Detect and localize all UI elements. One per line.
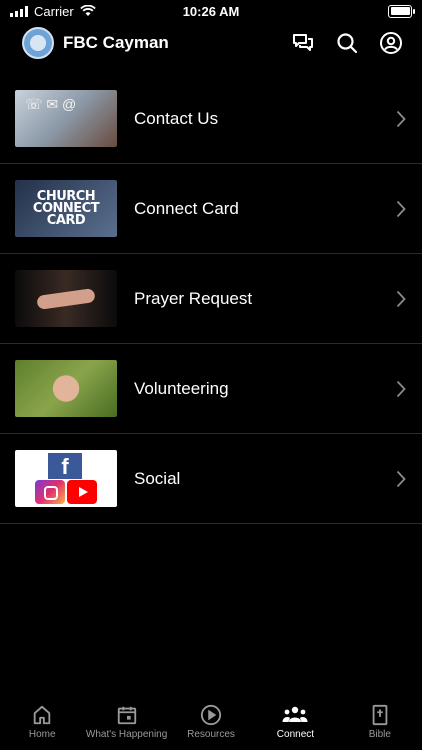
account-icon[interactable] — [378, 30, 404, 56]
tab-label: Connect — [276, 729, 315, 740]
youtube-icon — [67, 480, 97, 504]
tab-label: Bible — [368, 729, 391, 740]
battery-icon — [388, 4, 415, 18]
chat-bubbles-icon[interactable] — [290, 30, 316, 56]
contact-symbols-icon: ☏ ✉ @ — [25, 96, 77, 112]
signal-icon — [10, 5, 28, 17]
tab-whats-happening[interactable]: What's Happening — [84, 698, 168, 750]
bible-icon — [372, 704, 388, 726]
app-title: FBC Cayman — [63, 33, 169, 52]
connect-card-thumbnail: CHURCH CONNECT CARD — [15, 180, 117, 237]
thumb-text: CARD — [46, 212, 86, 228]
list-item-label: Social — [134, 468, 181, 488]
status-bar: Carrier 10:26 AM — [0, 0, 422, 22]
tab-label: Resources — [187, 729, 235, 740]
list-item-label: Prayer Request — [134, 288, 253, 308]
tab-label: What's Happening — [85, 729, 168, 740]
chevron-right-icon — [396, 380, 406, 397]
tab-label: Home — [28, 729, 56, 740]
search-icon[interactable] — [334, 30, 360, 56]
list-item-connect-card[interactable]: CHURCH CONNECT CARD Connect Card — [0, 164, 422, 254]
list-item-social[interactable]: f Social — [0, 434, 422, 524]
tab-bible[interactable]: Bible — [338, 698, 422, 750]
wifi-icon — [79, 5, 96, 16]
chevron-right-icon — [396, 110, 406, 127]
tab-resources[interactable]: Resources — [169, 698, 253, 750]
list-item-volunteering[interactable]: Volunteering — [0, 344, 422, 434]
people-icon — [282, 706, 308, 722]
facebook-icon: f — [48, 453, 82, 479]
instagram-icon — [35, 480, 65, 504]
tab-connect[interactable]: Connect — [253, 698, 337, 750]
tab-home[interactable]: Home — [0, 698, 84, 750]
calendar-icon — [117, 706, 136, 725]
chevron-right-icon — [396, 290, 406, 307]
volunteering-thumbnail — [15, 360, 117, 417]
chevron-right-icon — [396, 470, 406, 487]
list-item-contact-us[interactable]: ☏ ✉ @ Contact Us — [0, 74, 422, 164]
connect-list: ☏ ✉ @ Contact Us CHURCH CONNECT CARD Con… — [0, 74, 422, 524]
home-icon — [33, 705, 51, 725]
list-item-label: Contact Us — [134, 108, 219, 128]
chevron-right-icon — [396, 200, 406, 217]
app-header: FBC Cayman — [0, 22, 422, 64]
list-item-label: Connect Card — [134, 198, 239, 218]
contact-us-thumbnail: ☏ ✉ @ — [15, 90, 117, 147]
prayer-request-thumbnail — [15, 270, 117, 327]
list-item-label: Volunteering — [134, 378, 229, 398]
church-logo — [22, 27, 54, 59]
social-thumbnail: f — [15, 450, 117, 507]
play-circle-icon — [200, 704, 222, 726]
tab-bar: Home What's Happening Resources Connect … — [0, 698, 422, 750]
list-item-prayer-request[interactable]: Prayer Request — [0, 254, 422, 344]
carrier-label: Carrier — [34, 3, 74, 19]
